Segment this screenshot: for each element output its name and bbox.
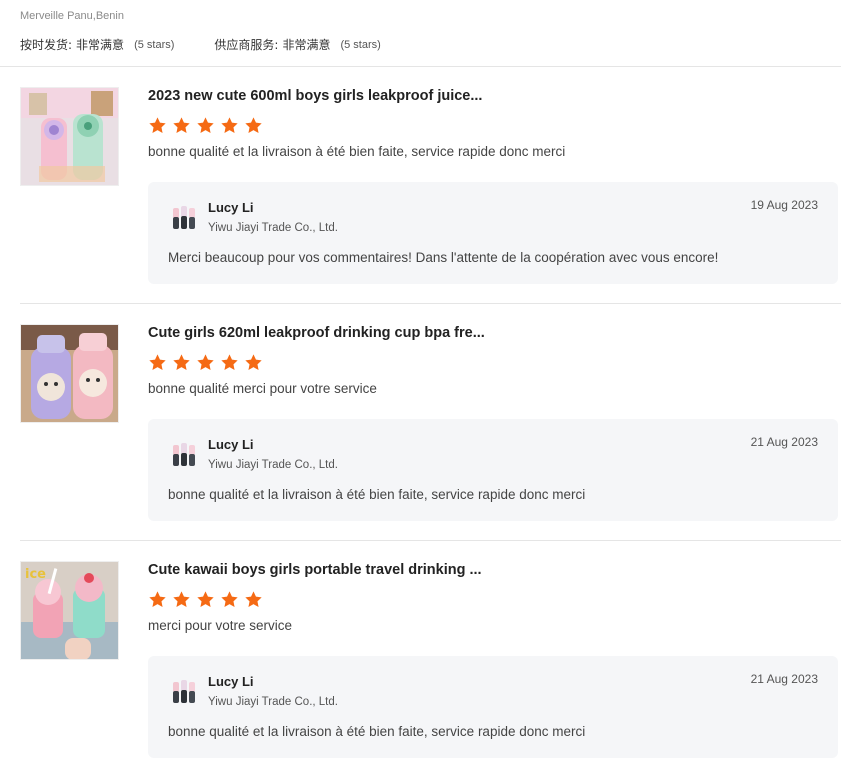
product-title-link[interactable]: 2023 new cute 600ml boys girls leakproof… [148,88,839,106]
svg-text:ice: ice [25,567,46,582]
star-icon [244,590,263,609]
rating-supplier-service: 供应商服务: 非常满意 (5 stars) [214,36,380,53]
reply-author-name: Lucy Li [208,674,254,689]
buyer-comment: merci pour votre service [148,618,293,633]
review-body: Cute girls 620ml leakproof drinking cup … [148,324,839,521]
star-icon [172,116,191,135]
star-rating [148,116,839,136]
rating-stars-text: (5 stars) [340,38,381,51]
star-icon [148,116,167,135]
supplier-avatar-icon [170,441,198,469]
buyer-comment: bonne qualité merci pour votre service [148,381,377,396]
rating-stars-text: (5 stars) [134,38,175,51]
rating-label: 按时发货: [20,38,73,52]
rating-value: 非常满意 [76,38,125,52]
supplier-reply: Lucy Li Yiwu Jiayi Trade Co., Ltd. 19 Au… [148,182,838,284]
overall-ratings: 按时发货: 非常满意 (5 stars) 供应商服务: 非常满意 (5 star… [20,36,841,53]
review-body: Cute kawaii boys girls portable travel d… [148,561,839,758]
rating-value: 非常满意 [282,38,331,52]
star-icon [196,116,215,135]
review-divider [20,540,841,541]
product-thumbnail[interactable] [20,87,119,186]
product-title-link[interactable]: Cute kawaii boys girls portable travel d… [148,562,839,580]
reply-company: Yiwu Jiayi Trade Co., Ltd. [208,696,338,708]
reply-text: Merci beaucoup pour vos commentaires! Da… [168,250,719,265]
star-icon [244,353,263,372]
star-icon [220,116,239,135]
supplier-reply: Lucy Li Yiwu Jiayi Trade Co., Ltd. 21 Au… [148,419,838,521]
star-rating [148,353,839,373]
product-title-link[interactable]: Cute girls 620ml leakproof drinking cup … [148,325,839,343]
reply-text: bonne qualité et la livraison à été bien… [168,724,586,739]
buyer-comment: bonne qualité et la livraison à été bien… [148,144,566,159]
supplier-reply: Lucy Li Yiwu Jiayi Trade Co., Ltd. 21 Au… [148,656,838,758]
reply-text: bonne qualité et la livraison à été bien… [168,487,586,502]
supplier-avatar-icon [170,204,198,232]
buyer-location: Merveille Panu,Benin [20,10,124,22]
star-icon [196,353,215,372]
reply-company: Yiwu Jiayi Trade Co., Ltd. [208,459,338,471]
rating-label: 供应商服务: [214,38,279,52]
star-icon [196,590,215,609]
review-header: Merveille Panu,Benin 按时发货: 非常满意 (5 stars… [20,10,841,53]
review-body: 2023 new cute 600ml boys girls leakproof… [148,87,839,284]
reply-date: 21 Aug 2023 [750,435,818,449]
star-rating [148,590,839,610]
star-icon [220,590,239,609]
product-thumbnail[interactable]: ice [20,561,119,660]
reply-author-name: Lucy Li [208,437,254,452]
supplier-avatar-icon [170,678,198,706]
review-page: Merveille Panu,Benin 按时发货: 非常满意 (5 stars… [0,0,841,762]
review-divider [20,303,841,304]
reply-company: Yiwu Jiayi Trade Co., Ltd. [208,222,338,234]
header-divider [0,66,841,67]
star-icon [220,353,239,372]
reply-date: 19 Aug 2023 [750,198,818,212]
reply-date: 21 Aug 2023 [750,672,818,686]
rating-on-time-delivery: 按时发货: 非常满意 (5 stars) [20,36,174,53]
star-icon [244,116,263,135]
star-icon [172,353,191,372]
star-icon [148,353,167,372]
product-thumbnail[interactable] [20,324,119,423]
star-icon [172,590,191,609]
star-icon [148,590,167,609]
reply-author-name: Lucy Li [208,200,254,215]
